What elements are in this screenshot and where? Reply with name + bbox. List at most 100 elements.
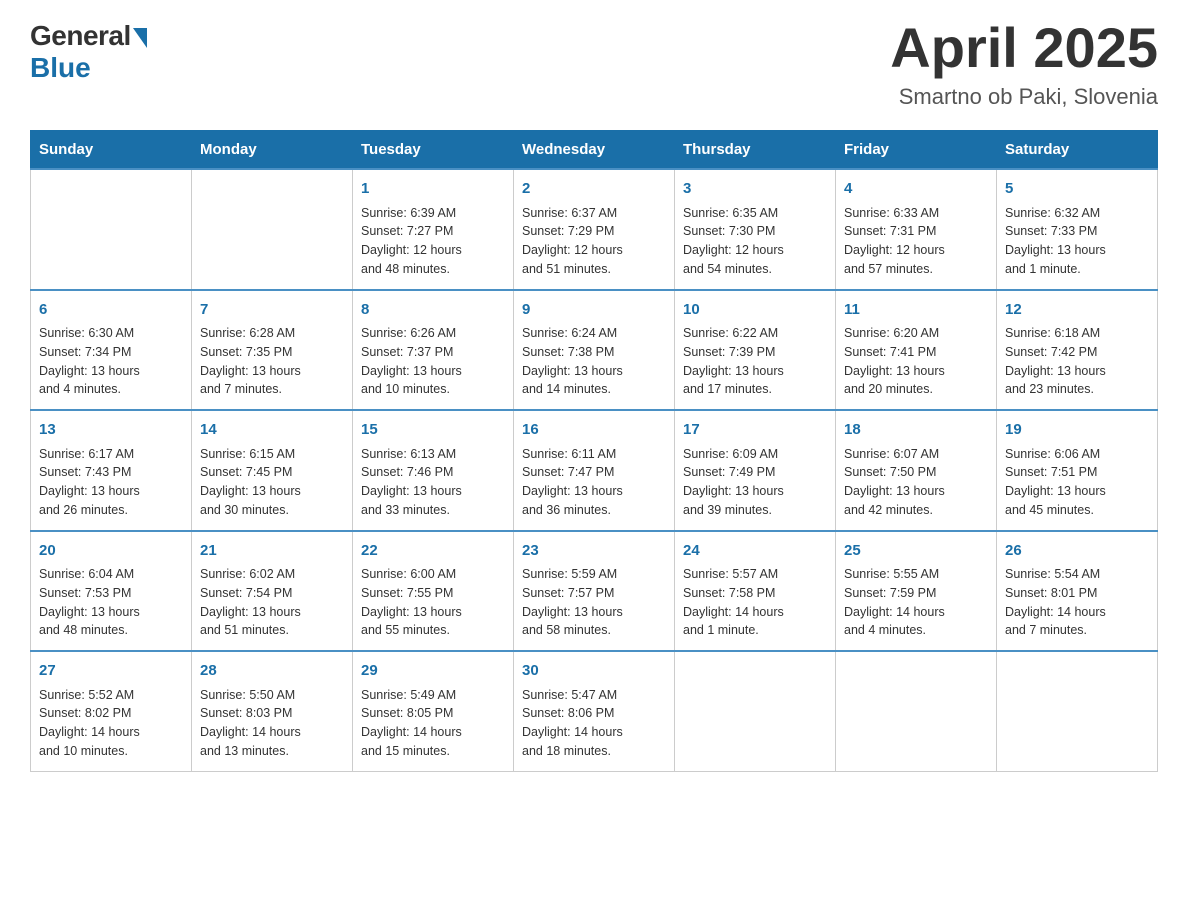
sun-info: Sunrise: 5:57 AM Sunset: 7:58 PM Dayligh… xyxy=(683,565,827,640)
sun-info: Sunrise: 6:18 AM Sunset: 7:42 PM Dayligh… xyxy=(1005,324,1149,399)
day-number: 17 xyxy=(683,419,827,442)
calendar-cell: 28 Sunrise: 5:50 AM Sunset: 8:03 PM Dayli… xyxy=(192,651,353,771)
sun-info: Sunrise: 5:55 AM Sunset: 7:59 PM Dayligh… xyxy=(844,565,988,640)
day-number: 24 xyxy=(683,540,827,563)
day-header-tuesday: Tuesday xyxy=(353,131,514,170)
sun-info: Sunrise: 6:09 AM Sunset: 7:49 PM Dayligh… xyxy=(683,445,827,520)
day-number: 19 xyxy=(1005,419,1149,442)
sun-info: Sunrise: 5:54 AM Sunset: 8:01 PM Dayligh… xyxy=(1005,565,1149,640)
sun-info: Sunrise: 6:02 AM Sunset: 7:54 PM Dayligh… xyxy=(200,565,344,640)
sun-info: Sunrise: 6:22 AM Sunset: 7:39 PM Dayligh… xyxy=(683,324,827,399)
sun-info: Sunrise: 5:59 AM Sunset: 7:57 PM Dayligh… xyxy=(522,565,666,640)
day-number: 16 xyxy=(522,419,666,442)
calendar-cell: 15Sunrise: 6:13 AM Sunset: 7:46 PM Dayli… xyxy=(353,410,514,531)
day-number: 25 xyxy=(844,540,988,563)
sun-info: Sunrise: 6:35 AM Sunset: 7:30 PM Dayligh… xyxy=(683,204,827,279)
calendar-cell: 24Sunrise: 5:57 AM Sunset: 7:58 PM Dayli… xyxy=(675,531,836,652)
sun-info: Sunrise: 6:11 AM Sunset: 7:47 PM Dayligh… xyxy=(522,445,666,520)
sun-info: Sunrise: 6:24 AM Sunset: 7:38 PM Dayligh… xyxy=(522,324,666,399)
sun-info: Sunrise: 5:49 AM Sunset: 8:05 PM Dayligh… xyxy=(361,686,505,761)
logo-arrow-icon xyxy=(133,28,147,48)
day-header-thursday: Thursday xyxy=(675,131,836,170)
calendar-week-row: 6Sunrise: 6:30 AM Sunset: 7:34 PM Daylig… xyxy=(31,290,1158,411)
sun-info: Sunrise: 6:33 AM Sunset: 7:31 PM Dayligh… xyxy=(844,204,988,279)
sun-info: Sunrise: 6:28 AM Sunset: 7:35 PM Dayligh… xyxy=(200,324,344,399)
calendar-cell: 12Sunrise: 6:18 AM Sunset: 7:42 PM Dayli… xyxy=(997,290,1158,411)
calendar-cell: 18Sunrise: 6:07 AM Sunset: 7:50 PM Dayli… xyxy=(836,410,997,531)
calendar-cell: 23Sunrise: 5:59 AM Sunset: 7:57 PM Dayli… xyxy=(514,531,675,652)
day-number: 10 xyxy=(683,299,827,322)
day-header-sunday: Sunday xyxy=(31,131,192,170)
day-number: 27 xyxy=(39,660,183,683)
calendar-cell xyxy=(675,651,836,771)
day-number: 15 xyxy=(361,419,505,442)
calendar-cell: 17 Sunrise: 6:09 AM Sunset: 7:49 PM Dayli… xyxy=(675,410,836,531)
calendar-week-row: 20Sunrise: 6:04 AM Sunset: 7:53 PM Dayli… xyxy=(31,531,1158,652)
day-number: 13 xyxy=(39,419,183,442)
calendar-cell: 19 Sunrise: 6:06 AM Sunset: 7:51 PM Dayli… xyxy=(997,410,1158,531)
calendar-cell: 8Sunrise: 6:26 AM Sunset: 7:37 PM Daylig… xyxy=(353,290,514,411)
sun-info: Sunrise: 6:26 AM Sunset: 7:37 PM Dayligh… xyxy=(361,324,505,399)
day-number: 4 xyxy=(844,178,988,201)
sun-info: Sunrise: 6:07 AM Sunset: 7:50 PM Dayligh… xyxy=(844,445,988,520)
day-number: 28 xyxy=(200,660,344,683)
calendar-cell xyxy=(31,169,192,290)
page-header: General Blue April 2025 Smartno ob Paki,… xyxy=(30,20,1158,110)
day-header-saturday: Saturday xyxy=(997,131,1158,170)
calendar-cell: 3Sunrise: 6:35 AM Sunset: 7:30 PM Daylig… xyxy=(675,169,836,290)
day-number: 23 xyxy=(522,540,666,563)
sun-info: Sunrise: 6:20 AM Sunset: 7:41 PM Dayligh… xyxy=(844,324,988,399)
day-number: 8 xyxy=(361,299,505,322)
calendar-cell: 7Sunrise: 6:28 AM Sunset: 7:35 PM Daylig… xyxy=(192,290,353,411)
day-header-friday: Friday xyxy=(836,131,997,170)
sun-info: Sunrise: 6:04 AM Sunset: 7:53 PM Dayligh… xyxy=(39,565,183,640)
calendar-cell: 27 Sunrise: 5:52 AM Sunset: 8:02 PM Dayli… xyxy=(31,651,192,771)
logo-general-text: General xyxy=(30,20,131,52)
day-number: 21 xyxy=(200,540,344,563)
calendar-cell xyxy=(997,651,1158,771)
day-number: 20 xyxy=(39,540,183,563)
day-number: 30 xyxy=(522,660,666,683)
calendar-cell: 21Sunrise: 6:02 AM Sunset: 7:54 PM Dayli… xyxy=(192,531,353,652)
calendar-cell: 26Sunrise: 5:54 AM Sunset: 8:01 PM Dayli… xyxy=(997,531,1158,652)
calendar-cell: 2 Sunrise: 6:37 AM Sunset: 7:29 PM Daylig… xyxy=(514,169,675,290)
calendar-cell: 20Sunrise: 6:04 AM Sunset: 7:53 PM Dayli… xyxy=(31,531,192,652)
day-number: 2 xyxy=(522,178,666,201)
calendar-cell: 6Sunrise: 6:30 AM Sunset: 7:34 PM Daylig… xyxy=(31,290,192,411)
day-number: 26 xyxy=(1005,540,1149,563)
day-number: 11 xyxy=(844,299,988,322)
sun-info: Sunrise: 5:47 AM Sunset: 8:06 PM Dayligh… xyxy=(522,686,666,761)
day-number: 9 xyxy=(522,299,666,322)
day-number: 7 xyxy=(200,299,344,322)
calendar-cell: 29 Sunrise: 5:49 AM Sunset: 8:05 PM Dayli… xyxy=(353,651,514,771)
day-header-monday: Monday xyxy=(192,131,353,170)
calendar-cell: 11Sunrise: 6:20 AM Sunset: 7:41 PM Dayli… xyxy=(836,290,997,411)
day-number: 1 xyxy=(361,178,505,201)
day-number: 22 xyxy=(361,540,505,563)
sun-info: Sunrise: 6:30 AM Sunset: 7:34 PM Dayligh… xyxy=(39,324,183,399)
logo-blue-text: Blue xyxy=(30,52,91,84)
title-section: April 2025 Smartno ob Paki, Slovenia xyxy=(890,20,1158,110)
calendar-cell: 9Sunrise: 6:24 AM Sunset: 7:38 PM Daylig… xyxy=(514,290,675,411)
sun-info: Sunrise: 6:06 AM Sunset: 7:51 PM Dayligh… xyxy=(1005,445,1149,520)
day-number: 14 xyxy=(200,419,344,442)
calendar-header-row: SundayMondayTuesdayWednesdayThursdayFrid… xyxy=(31,131,1158,170)
calendar-cell: 1 Sunrise: 6:39 AM Sunset: 7:27 PM Daylig… xyxy=(353,169,514,290)
sun-info: Sunrise: 5:52 AM Sunset: 8:02 PM Dayligh… xyxy=(39,686,183,761)
calendar-week-row: 13Sunrise: 6:17 AM Sunset: 7:43 PM Dayli… xyxy=(31,410,1158,531)
calendar-cell: 10Sunrise: 6:22 AM Sunset: 7:39 PM Dayli… xyxy=(675,290,836,411)
day-number: 29 xyxy=(361,660,505,683)
calendar-week-row: 27 Sunrise: 5:52 AM Sunset: 8:02 PM Dayli… xyxy=(31,651,1158,771)
sun-info: Sunrise: 6:39 AM Sunset: 7:27 PM Dayligh… xyxy=(361,204,505,279)
calendar-cell: 4 Sunrise: 6:33 AM Sunset: 7:31 PM Daylig… xyxy=(836,169,997,290)
location-title: Smartno ob Paki, Slovenia xyxy=(890,84,1158,110)
logo: General Blue xyxy=(30,20,147,84)
sun-info: Sunrise: 6:37 AM Sunset: 7:29 PM Dayligh… xyxy=(522,204,666,279)
month-title: April 2025 xyxy=(890,20,1158,76)
calendar-cell: 30 Sunrise: 5:47 AM Sunset: 8:06 PM Dayli… xyxy=(514,651,675,771)
sun-info: Sunrise: 5:50 AM Sunset: 8:03 PM Dayligh… xyxy=(200,686,344,761)
calendar-cell: 14Sunrise: 6:15 AM Sunset: 7:45 PM Dayli… xyxy=(192,410,353,531)
calendar-week-row: 1 Sunrise: 6:39 AM Sunset: 7:27 PM Daylig… xyxy=(31,169,1158,290)
calendar-cell xyxy=(192,169,353,290)
sun-info: Sunrise: 6:00 AM Sunset: 7:55 PM Dayligh… xyxy=(361,565,505,640)
